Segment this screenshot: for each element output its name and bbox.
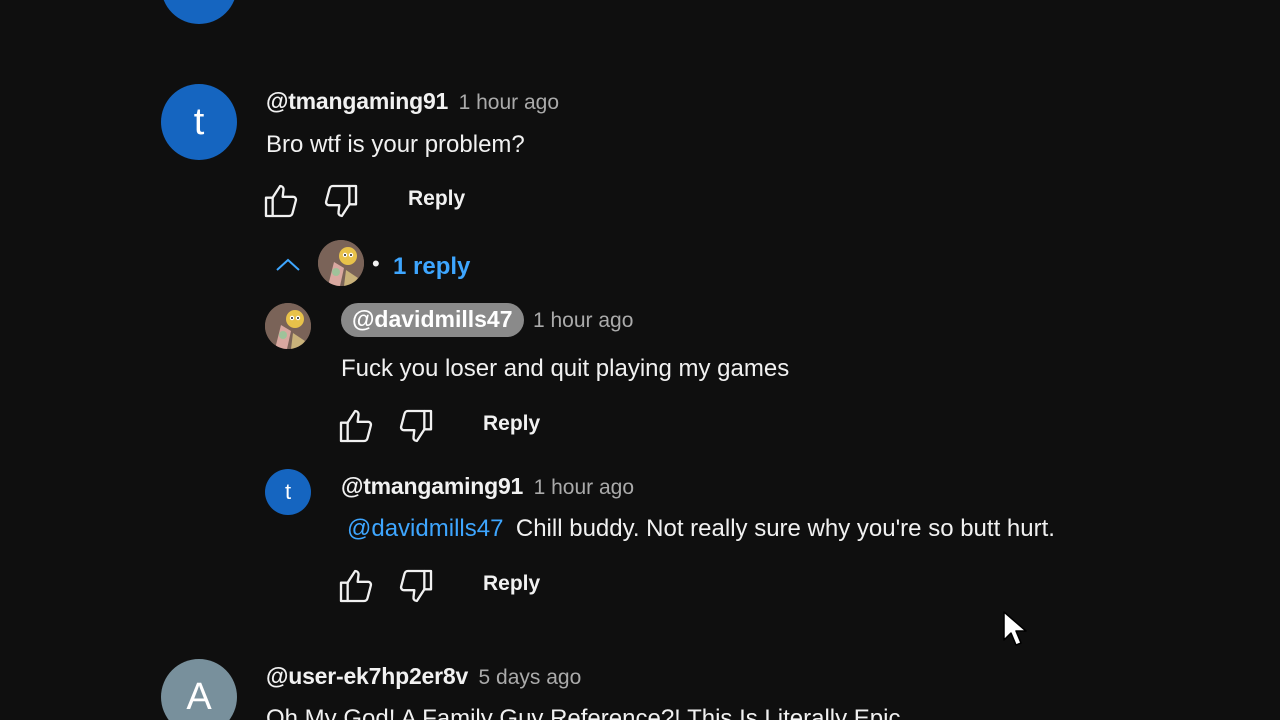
comment-author[interactable]: @tmangaming91: [266, 88, 448, 114]
reply-timestamp[interactable]: 1 hour ago: [533, 309, 633, 332]
thumbs-up-icon: [264, 184, 298, 218]
dislike-button[interactable]: [396, 406, 436, 446]
chevron-up-icon: [276, 258, 300, 271]
thumbs-up-icon: [339, 409, 373, 443]
reply-avatar[interactable]: [265, 303, 311, 349]
comment-header: @tmangaming91 1 hour ago: [266, 88, 559, 115]
comment-header: @user-ek7hp2er8v 5 days ago: [266, 663, 581, 690]
dislike-button[interactable]: [396, 566, 436, 606]
comment-timestamp[interactable]: 5 days ago: [479, 666, 582, 689]
thumbs-down-icon: [399, 409, 433, 443]
replies-count-label[interactable]: 1 reply: [393, 253, 470, 281]
avatar-letter: A: [186, 675, 212, 718]
comments-section: t @tmangaming91 1 hour ago Bro wtf is yo…: [0, 0, 1280, 720]
like-button[interactable]: [336, 406, 376, 446]
cartoon-avatar-icon: [265, 303, 311, 349]
comment-text: Oh My God! A Family Guy Reference?! This…: [266, 705, 901, 720]
mention-link[interactable]: @davidmills47: [347, 515, 503, 542]
like-button[interactable]: [261, 181, 301, 221]
thumbs-up-icon: [339, 569, 373, 603]
reply-author-avatar: [318, 240, 364, 286]
replies-separator: •: [372, 251, 380, 276]
cartoon-avatar-icon: [318, 240, 364, 286]
avatar-previous-comment[interactable]: [161, 0, 237, 24]
reply-button[interactable]: Reply: [408, 187, 465, 211]
like-button[interactable]: [336, 566, 376, 606]
reply-author[interactable]: @tmangaming91: [341, 473, 523, 499]
reply-header: @davidmills47 1 hour ago: [341, 303, 633, 337]
comment-author[interactable]: @user-ek7hp2er8v: [266, 663, 468, 689]
dislike-button[interactable]: [321, 181, 361, 221]
thumbs-down-icon: [399, 569, 433, 603]
replies-toggle[interactable]: • 1 reply: [272, 240, 482, 288]
reply-body: @davidmills47 Chill buddy. Not really su…: [347, 515, 1055, 543]
reply-button[interactable]: Reply: [483, 412, 540, 436]
comment-text: Bro wtf is your problem?: [266, 131, 525, 158]
mouse-cursor-icon: [1003, 611, 1027, 646]
thumbs-down-icon: [324, 184, 358, 218]
reply-avatar[interactable]: t: [265, 469, 311, 515]
reply-text: Fuck you loser and quit playing my games: [341, 355, 790, 382]
reply-timestamp[interactable]: 1 hour ago: [534, 476, 634, 499]
avatar-letter: t: [193, 100, 205, 143]
comment-timestamp[interactable]: 1 hour ago: [459, 91, 559, 114]
reply-header: @tmangaming91 1 hour ago: [341, 473, 634, 500]
avatar-letter: t: [284, 479, 292, 504]
reply-button[interactable]: Reply: [483, 572, 540, 596]
reply-author-highlighted[interactable]: @davidmills47: [341, 303, 524, 337]
avatar[interactable]: t: [161, 84, 237, 160]
reply-text: Chill buddy. Not really sure why you're …: [515, 515, 1055, 542]
avatar[interactable]: A: [161, 659, 237, 720]
